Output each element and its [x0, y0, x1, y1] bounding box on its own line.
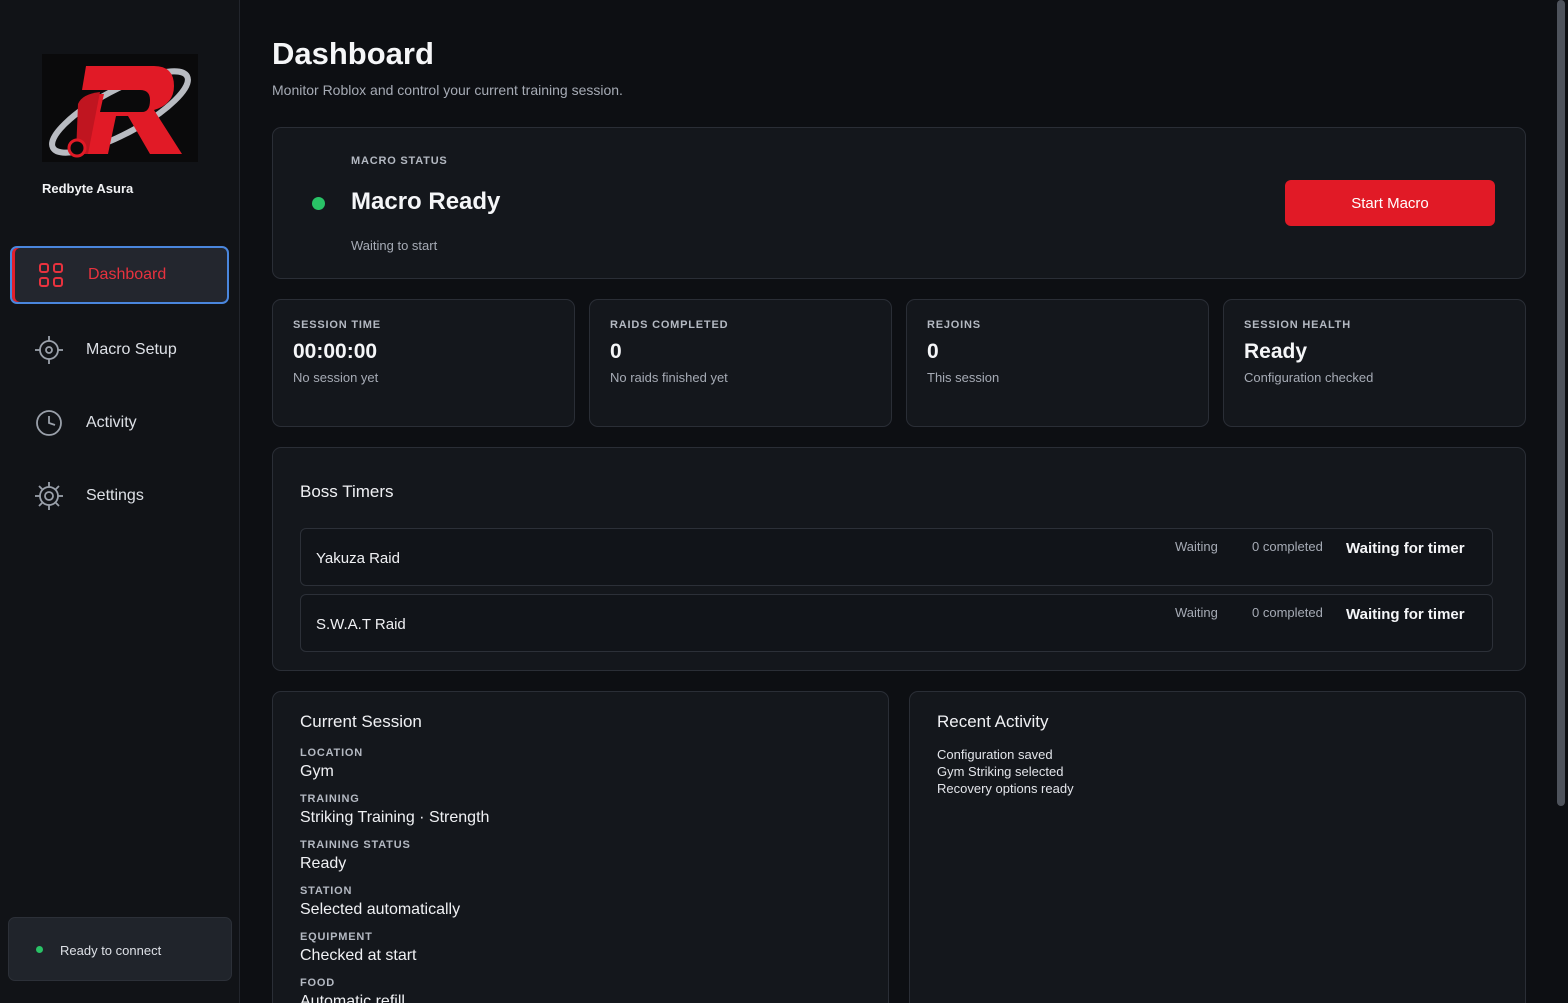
current-session-title: Current Session: [300, 712, 422, 731]
sidebar-item-activity[interactable]: Activity: [10, 394, 229, 452]
stat-value: Ready: [1244, 340, 1308, 363]
stat-card-raids-completed: RAIDS COMPLETED 0 No raids finished yet: [589, 299, 892, 427]
stat-label: RAIDS COMPLETED: [610, 319, 729, 331]
session-field-label: TRAINING: [300, 793, 360, 805]
boss-name: Yakuza Raid: [316, 550, 400, 567]
session-field-label: STATION: [300, 885, 353, 897]
current-session-card: Current Session LOCATION Gym TRAINING St…: [272, 691, 889, 1003]
sidebar-item-macro-setup[interactable]: Macro Setup: [10, 321, 229, 379]
page-title: Dashboard: [272, 36, 434, 71]
session-field-value: Checked at start: [300, 947, 417, 964]
activity-item: Recovery options ready: [937, 781, 1074, 796]
stat-card-rejoins: REJOINS 0 This session: [906, 299, 1209, 427]
stat-value: 0: [610, 340, 622, 363]
session-field-value: Gym: [300, 763, 334, 780]
session-field-label: TRAINING STATUS: [300, 839, 411, 851]
activity-item: Configuration saved: [937, 747, 1053, 762]
boss-state: Waiting: [1175, 605, 1218, 620]
stat-value: 0: [927, 340, 939, 363]
session-field-value: Selected automatically: [300, 901, 461, 918]
brand-logo: [42, 54, 198, 162]
sidebar-item-dashboard[interactable]: Dashboard: [10, 246, 229, 304]
stat-card-session-health: SESSION HEALTH Ready Configuration check…: [1223, 299, 1526, 427]
stat-label: REJOINS: [927, 319, 981, 331]
sidebar-item-label: Macro Setup: [86, 341, 177, 358]
crosshair-icon: [34, 335, 64, 365]
boss-name: S.W.A.T Raid: [316, 616, 406, 633]
stat-description: No session yet: [293, 370, 379, 385]
connection-status-text: Ready to connect: [60, 943, 162, 958]
stat-description: This session: [927, 370, 1000, 385]
boss-timers-card: Boss Timers Yakuza Raid Waiting 0 comple…: [272, 447, 1526, 671]
page-subtitle: Monitor Roblox and control your current …: [272, 82, 623, 98]
session-field-label: FOOD: [300, 977, 335, 989]
boss-timer-status: Waiting for timer: [1346, 606, 1465, 623]
stat-description: No raids finished yet: [610, 370, 728, 385]
stat-label: SESSION TIME: [293, 319, 381, 331]
stat-label: SESSION HEALTH: [1244, 319, 1351, 331]
macro-status-subtitle: Waiting to start: [351, 238, 438, 253]
app-window: Redbyte Asura Dashboard Macro Setup Acti…: [0, 0, 1568, 1003]
boss-completed-count: 0 completed: [1252, 539, 1323, 554]
macro-status-eyebrow: MACRO STATUS: [351, 155, 448, 167]
stat-card-session-time: SESSION TIME 00:00:00 No session yet: [272, 299, 575, 427]
gear-icon: [34, 481, 64, 511]
brand-name: Redbyte Asura: [42, 181, 134, 196]
sidebar-item-label: Settings: [86, 487, 144, 504]
sidebar-item-label: Dashboard: [88, 266, 167, 283]
session-field-label: EQUIPMENT: [300, 931, 373, 943]
sidebar: Redbyte Asura Dashboard Macro Setup Acti…: [0, 0, 240, 1003]
status-dot-icon: [36, 946, 43, 953]
boss-state: Waiting: [1175, 539, 1218, 554]
boss-timer-row: S.W.A.T Raid Waiting 0 completed Waiting…: [300, 594, 1493, 652]
session-field-label: LOCATION: [300, 747, 364, 759]
grid-icon: [36, 260, 66, 290]
macro-status-card: MACRO STATUS Macro Ready Waiting to star…: [272, 127, 1526, 279]
session-field-value: Ready: [300, 855, 347, 872]
boss-completed-count: 0 completed: [1252, 605, 1323, 620]
sidebar-item-settings[interactable]: Settings: [10, 467, 229, 525]
clock-icon: [34, 408, 64, 438]
recent-activity-card: Recent Activity Configuration saved Gym …: [909, 691, 1526, 1003]
stat-description: Configuration checked: [1244, 370, 1374, 385]
boss-timers-title: Boss Timers: [300, 482, 394, 501]
start-macro-button[interactable]: Start Macro: [1285, 180, 1495, 226]
macro-status-title: Macro Ready: [351, 188, 501, 215]
status-dot-icon: [312, 197, 325, 210]
boss-timer-status: Waiting for timer: [1346, 540, 1465, 557]
vertical-scrollbar[interactable]: [1557, 0, 1565, 806]
connection-status: Ready to connect: [8, 917, 232, 981]
sidebar-item-label: Activity: [86, 414, 137, 431]
activity-item: Gym Striking selected: [937, 764, 1064, 779]
recent-activity-title: Recent Activity: [937, 712, 1049, 731]
session-field-value: Striking Training · Strength: [300, 809, 490, 826]
session-field-value: Automatic refill: [300, 993, 405, 1003]
stat-value: 00:00:00: [293, 340, 378, 363]
boss-timer-row: Yakuza Raid Waiting 0 completed Waiting …: [300, 528, 1493, 586]
